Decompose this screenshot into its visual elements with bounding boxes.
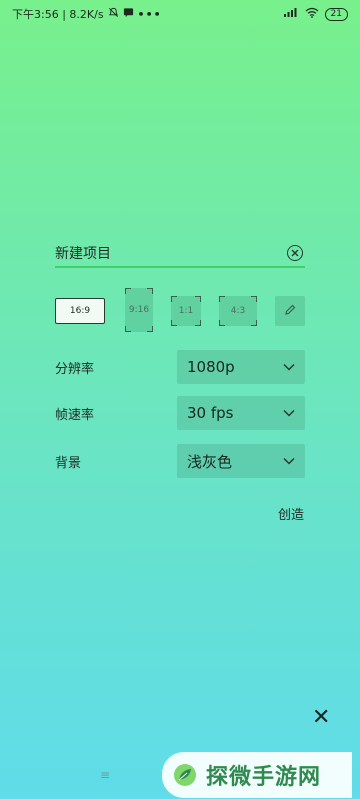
frame-rate-value: 30 fps [187, 404, 234, 422]
message-icon [123, 7, 134, 21]
create-button[interactable]: 创造 [278, 504, 304, 523]
ratio-9-16-button[interactable]: 9:16 [125, 288, 153, 332]
ratio-custom-button[interactable] [275, 296, 305, 326]
status-bar: 下午3:56 | 8.2K/s ••• 21 [0, 0, 360, 28]
resolution-dropdown[interactable]: 1080p [177, 350, 305, 384]
chevron-down-icon [283, 360, 295, 374]
status-time: 下午3:56 | 8.2K/s [12, 8, 104, 21]
status-left: 下午3:56 | 8.2K/s ••• [12, 6, 162, 22]
background-dropdown[interactable]: 浅灰色 [177, 444, 305, 478]
frame-rate-setting: 帧速率 30 fps [55, 396, 305, 430]
frame-rate-dropdown[interactable]: 30 fps [177, 396, 305, 430]
background-label: 背景 [55, 455, 82, 471]
watermark-text: 探微手游网 [206, 765, 322, 790]
wifi-icon [305, 7, 319, 21]
aspect-ratio-selector: 16:9 9:16 1:1 4:3 [55, 288, 307, 332]
chevron-down-icon [283, 454, 295, 468]
resolution-value: 1080p [187, 358, 235, 376]
ratio-label: 16:9 [69, 306, 91, 316]
background-setting: 背景 浅灰色 [55, 444, 305, 478]
ratio-16-9-button[interactable]: 16:9 [55, 298, 105, 324]
frame-rate-label: 帧速率 [55, 407, 95, 423]
clear-circle-icon[interactable] [287, 245, 303, 261]
edit-pencil-icon [283, 303, 297, 320]
more-status-icon: ••• [137, 7, 162, 21]
close-icon[interactable]: ✕ [312, 707, 330, 729]
battery-icon: 21 [324, 7, 348, 21]
background-value: 浅灰色 [187, 452, 233, 471]
ratio-label: 9:16 [128, 305, 150, 315]
ratio-label: 4:3 [230, 306, 246, 316]
signal-icon [283, 7, 299, 21]
resolution-label: 分辨率 [55, 361, 95, 377]
leaf-logo-icon [174, 764, 196, 786]
nav-menu-icon[interactable]: ≡ [100, 768, 110, 782]
resolution-setting: 分辨率 1080p [55, 350, 305, 384]
status-right: 21 [283, 7, 348, 21]
watermark: 探微手游网 [162, 752, 352, 798]
ratio-label: 1:1 [178, 306, 194, 316]
chevron-down-icon [283, 406, 295, 420]
notification-mute-icon [108, 7, 119, 21]
ratio-4-3-button[interactable]: 4:3 [219, 296, 257, 326]
ratio-1-1-button[interactable]: 1:1 [171, 296, 201, 326]
project-name-input[interactable] [55, 245, 255, 261]
project-name-row [55, 240, 305, 268]
